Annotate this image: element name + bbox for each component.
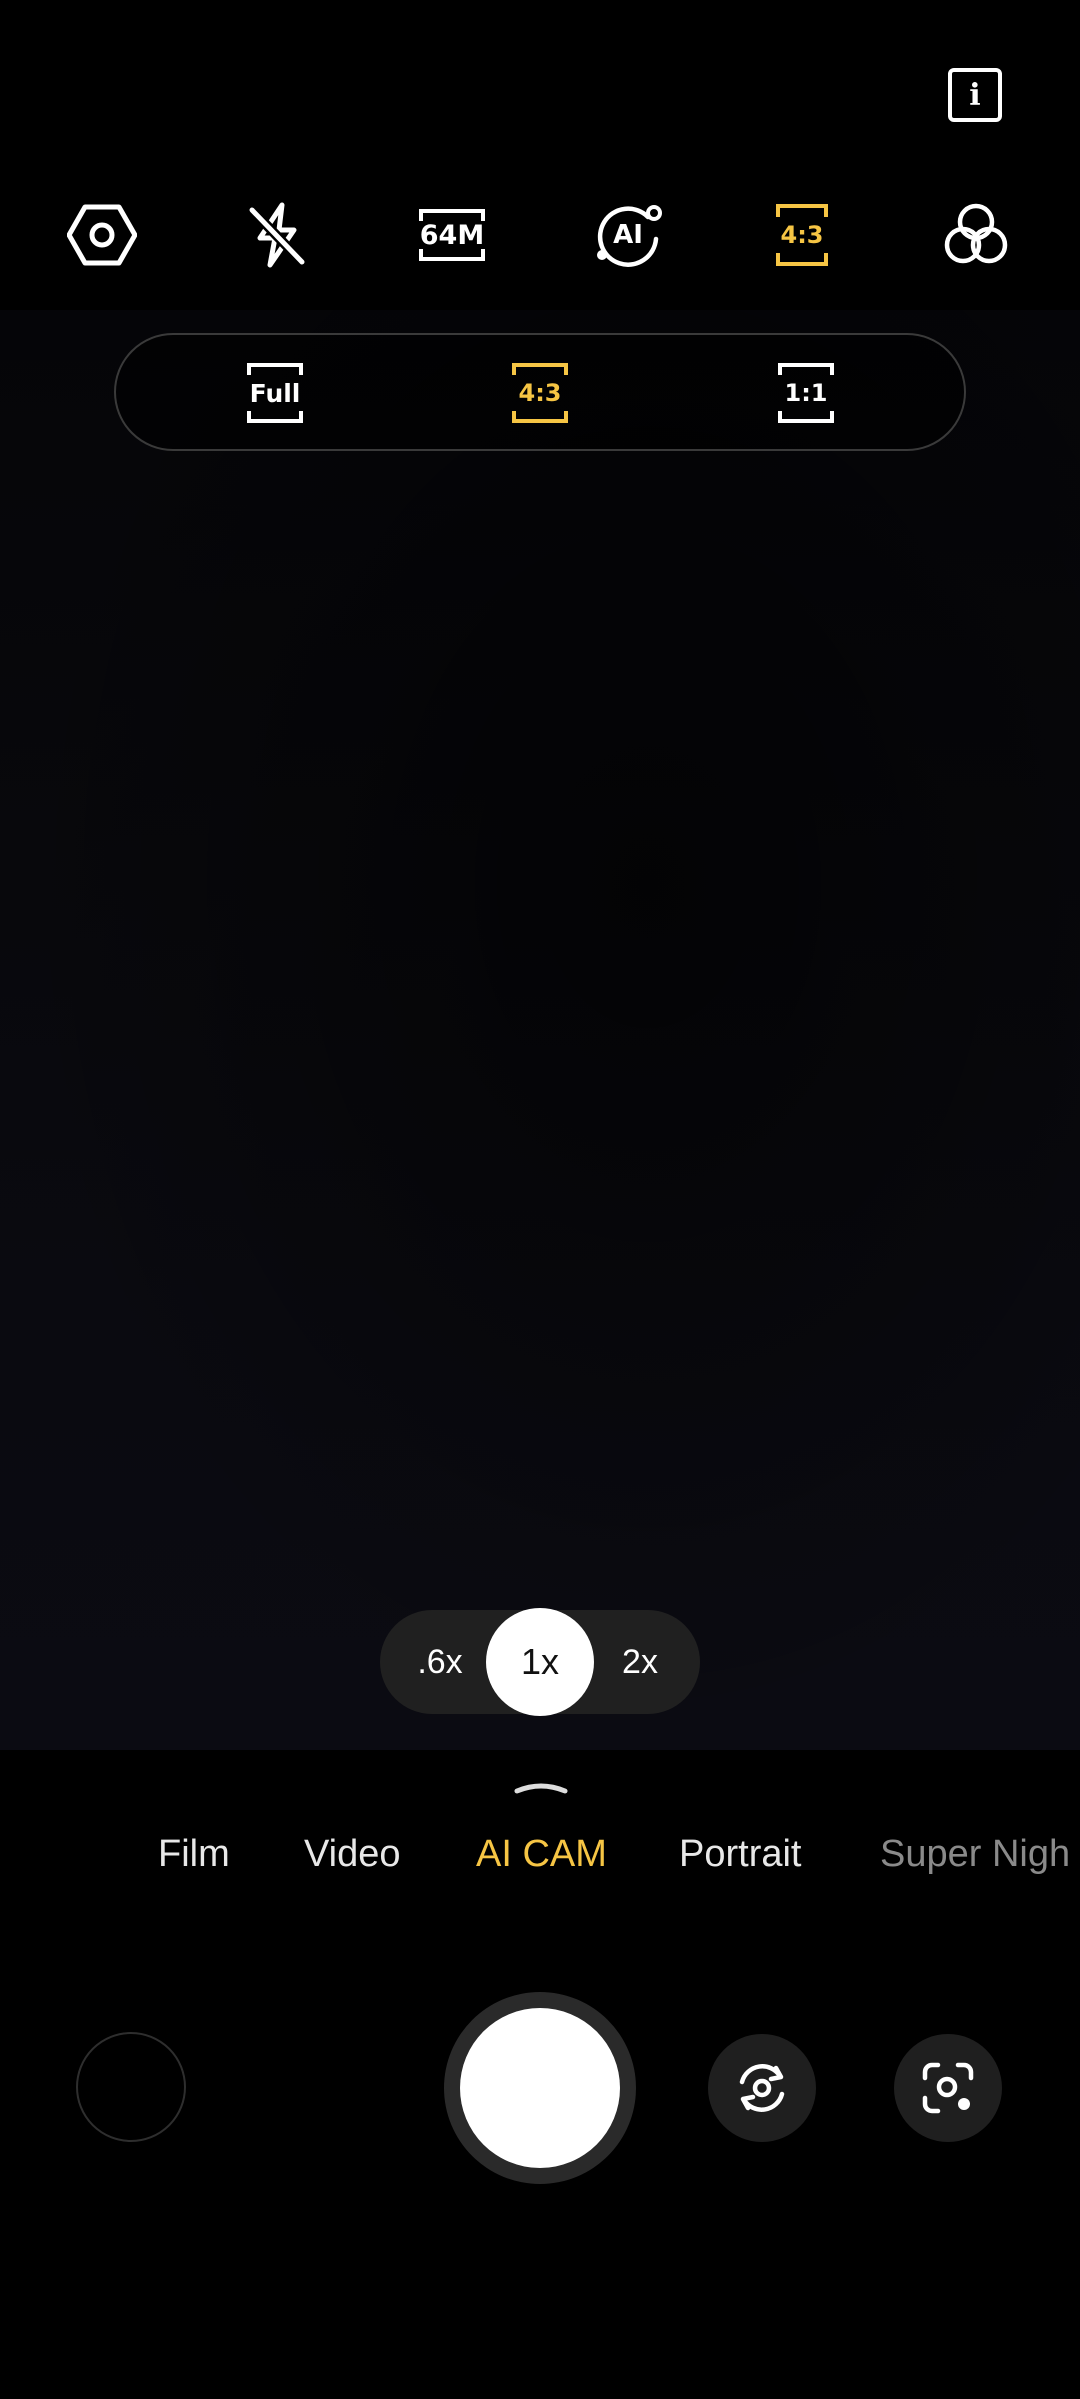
filter-button[interactable]: [936, 195, 1016, 275]
lens-button[interactable]: [894, 2034, 1002, 2142]
mode-ai-cam[interactable]: AI CAM: [476, 1830, 607, 1878]
zoom-option-1x[interactable]: 1x: [486, 1608, 594, 1716]
switch-camera-button[interactable]: [708, 2034, 816, 2142]
google-lens-icon: [922, 2062, 974, 2114]
mode-selector: Film Video AI CAM Portrait Super Nigh: [0, 1830, 1080, 1890]
shutter-inner: [460, 2008, 620, 2168]
shutter-button[interactable]: [444, 1992, 636, 2184]
settings-icon: [67, 204, 137, 266]
mode-super-night[interactable]: Super Nigh: [880, 1830, 1070, 1878]
aspect-ratio-button[interactable]: 4:3: [762, 195, 842, 275]
ratio-option-label: 1:1: [784, 379, 828, 407]
ratio-option-1-1[interactable]: 1:1: [776, 361, 836, 425]
gallery-thumbnail[interactable]: [76, 2032, 186, 2142]
flash-button[interactable]: [237, 195, 317, 275]
ratio-option-label: Full: [249, 378, 301, 408]
ai-label: AI: [613, 220, 643, 250]
resolution-button[interactable]: 64M: [412, 195, 492, 275]
switch-camera-icon: [739, 2064, 785, 2112]
ratio-option-label: 4:3: [518, 379, 562, 407]
mode-drawer-handle[interactable]: [514, 1782, 568, 1794]
info-icon: i: [969, 77, 981, 113]
aspect-ratio-label: 4:3: [780, 221, 824, 249]
mode-video[interactable]: Video: [304, 1830, 401, 1878]
mode-film[interactable]: Film: [158, 1830, 230, 1878]
mode-portrait[interactable]: Portrait: [679, 1830, 801, 1878]
ratio-option-4-3[interactable]: 4:3: [510, 361, 570, 425]
viewfinder[interactable]: [0, 310, 1080, 1750]
flash-off-icon: [248, 202, 306, 268]
top-toolbar: 64M AI 4:3: [0, 195, 1080, 275]
ai-button[interactable]: AI: [588, 195, 668, 275]
aspect-ratio-panel: Full 4:3 1:1: [114, 333, 966, 451]
settings-button[interactable]: [62, 195, 142, 275]
filter-icon: [944, 203, 1008, 264]
camera-screen: i 64M AI 4:3 Full 4:3 1:1 .6x 1x 2x Film…: [0, 0, 1080, 2399]
ratio-option-full[interactable]: Full: [245, 361, 305, 425]
info-button[interactable]: i: [948, 68, 1002, 122]
zoom-selector: .6x 1x 2x: [380, 1608, 700, 1716]
resolution-label: 64M: [419, 219, 485, 251]
zoom-option-0-6x[interactable]: .6x: [394, 1610, 486, 1714]
zoom-option-2x[interactable]: 2x: [594, 1610, 686, 1714]
